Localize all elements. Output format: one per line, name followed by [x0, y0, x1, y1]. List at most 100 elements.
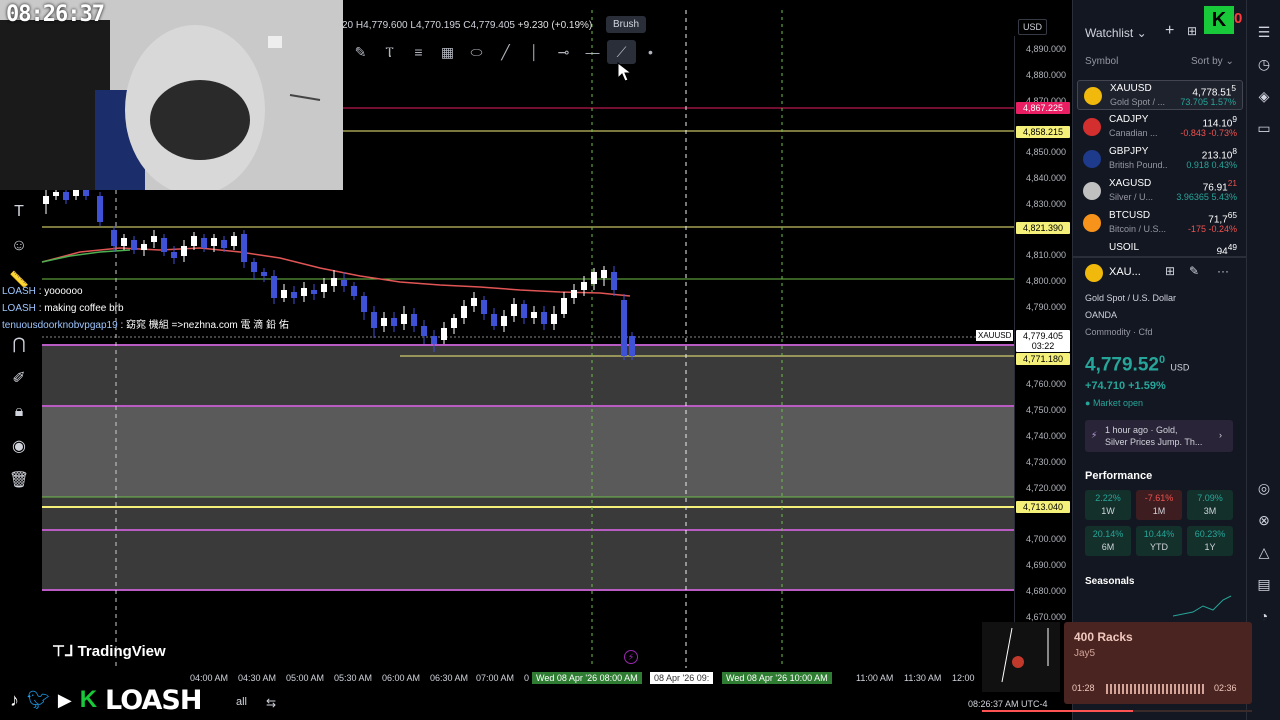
candle-body: [321, 284, 327, 292]
kick-badge-icon: K: [1204, 6, 1234, 34]
calendar-icon[interactable]: ▤: [1247, 568, 1280, 600]
grid-icon[interactable]: ⊞: [1165, 264, 1175, 278]
detail-change: +74.710 +1.59%: [1085, 380, 1166, 392]
eye-icon[interactable]: ◉: [0, 429, 38, 463]
edit-icon[interactable]: ✎: [1189, 264, 1199, 278]
all-label: all: [236, 696, 248, 708]
time-tick: 04:30 AM: [238, 673, 277, 683]
perf-ytd: 10.44% YTD: [1136, 526, 1182, 556]
triangle-icon[interactable]: △: [1247, 536, 1280, 568]
layers-icon[interactable]: ◈: [1247, 80, 1280, 112]
candle-body: [161, 238, 167, 252]
row-pct: -0.24%: [1208, 224, 1237, 234]
music-widget: 400 Racks Jay5 01:28 02:36: [982, 622, 1270, 712]
candle-body: [83, 190, 89, 196]
detail-price-main: 4,779.52: [1085, 354, 1159, 376]
youtube-icon: ▶: [57, 689, 72, 710]
news-card[interactable]: 1 hour ago · Gold, Silver Prices Jump. T…: [1085, 420, 1233, 452]
tv-logo-icon: ⊤⅃: [52, 643, 78, 660]
lock-icon[interactable]: 🔒︎: [0, 395, 38, 429]
line-icon[interactable]: ╱: [491, 40, 520, 64]
candle-body: [461, 306, 467, 318]
candle-body: [581, 282, 587, 290]
shape-icon[interactable]: ⬭: [462, 40, 491, 64]
chat-overlay: LOASH : yoooooo LOASH : making coffee br…: [2, 283, 289, 334]
trash-icon[interactable]: 🗑︎: [0, 463, 38, 497]
time-tick: 11:00 AM: [856, 673, 894, 683]
horizontal-ray-icon[interactable]: ⊸: [549, 40, 578, 64]
emoji-icon[interactable]: ☺: [0, 229, 38, 263]
brush-icon[interactable]: ⟋: [607, 40, 636, 64]
chat-user: LOASH: [2, 286, 36, 297]
sort-by-button[interactable]: Sort by ⌄: [1191, 56, 1234, 67]
candle-body: [301, 288, 307, 296]
time-tick: 12:00: [952, 673, 975, 683]
current-price-tag: 4,779.405 03:22: [1016, 330, 1070, 352]
dot-icon[interactable]: •: [636, 40, 665, 64]
watchlist-row[interactable]: XAGUSD Silver / U... 76.9121 3.96365 5.4…: [1077, 176, 1243, 206]
pencil-icon[interactable]: ✎: [346, 40, 375, 64]
candle-body: [371, 312, 377, 328]
grid-icon[interactable]: ▦: [433, 40, 462, 64]
candle-body: [561, 298, 567, 314]
candle-body: [551, 314, 557, 324]
watchlist-row[interactable]: GBPJPY British Pound... 213.108 0.918 0.…: [1077, 144, 1243, 174]
currency-select[interactable]: USD: [1018, 19, 1048, 35]
music-card: 400 Racks Jay5 01:28 02:36: [1064, 622, 1252, 704]
watchlist-icon[interactable]: ☰: [1247, 16, 1280, 48]
bitcoin-icon: [1083, 214, 1101, 232]
add-symbol-icon[interactable]: +: [1165, 22, 1174, 40]
candle-body: [431, 336, 437, 344]
detail-symbol[interactable]: XAU...: [1109, 266, 1141, 278]
text-tool-icon[interactable]: T: [0, 195, 38, 229]
symbol-column-header[interactable]: Symbol: [1085, 56, 1118, 67]
kick-badge-count: 0: [1234, 10, 1243, 27]
target-icon[interactable]: ◎: [1247, 472, 1280, 504]
text-icon[interactable]: Ⲧ: [375, 40, 404, 64]
perf-value: 7.09%: [1197, 493, 1223, 503]
candle-body: [481, 300, 487, 314]
perf-value: 10.44%: [1143, 529, 1175, 539]
candle-body: [629, 336, 635, 356]
align-icon[interactable]: ≡: [404, 40, 433, 64]
tradingview-logo: ⊤⅃ TradingView: [52, 642, 166, 660]
detail-currency: USD: [1170, 362, 1190, 373]
candle-body: [111, 230, 117, 246]
perf-value: 2.22%: [1095, 493, 1121, 503]
gold-icon: [1085, 264, 1103, 282]
price-tag-pink: 4,867.225: [1016, 102, 1070, 114]
time-tick: 0: [524, 673, 530, 683]
pattern-icon[interactable]: ⊗: [1247, 504, 1280, 536]
drawing-toolbar: ✎ Ⲧ ≡ ▦ ⬭ ╱ │ ⊸ — ⟋ •: [346, 40, 665, 64]
row-symbol: GBPJPY: [1109, 146, 1149, 157]
row-last-sup: 8: [1232, 146, 1237, 156]
watchlist-row[interactable]: CADJPY Canadian ... 114.109 -0.843 -0.73…: [1077, 112, 1243, 142]
candle-body: [141, 244, 147, 250]
candle-body: [501, 316, 507, 326]
compare-icon[interactable]: ⇆: [266, 696, 276, 710]
candle-body: [311, 290, 317, 294]
watchlist-row[interactable]: USOIL 9449: [1077, 240, 1243, 254]
price-tick: 4,810.000: [1025, 250, 1066, 260]
watchlist-title[interactable]: Watchlist ⌄: [1085, 26, 1147, 40]
vertical-line-icon[interactable]: │: [520, 40, 549, 64]
alert-clock-icon[interactable]: ◷: [1247, 48, 1280, 80]
price-axis[interactable]: 4,890.000 4,880.000 4,870.000 4,850.000 …: [1014, 36, 1072, 666]
candle-body: [221, 240, 227, 248]
candle-body: [611, 272, 617, 290]
candle-body: [341, 280, 347, 286]
row-desc: Bitcoin / U.S...: [1109, 224, 1167, 234]
watchlist-row[interactable]: BTCUSD Bitcoin / U.S... 71,765 -175 -0.2…: [1077, 208, 1243, 238]
lightning-icon[interactable]: ⚡︎: [624, 650, 638, 664]
chat-icon[interactable]: ▭: [1247, 112, 1280, 144]
layout-icon[interactable]: ⊞: [1187, 24, 1197, 38]
right-icon-strip: ☰ ◷ ◈ ▭ ◎ ⊗ △ ▤ ◔: [1246, 0, 1280, 720]
perf-1w: 2.22% 1W: [1085, 490, 1131, 520]
row-pct: 0.43%: [1211, 160, 1237, 170]
watchlist-row[interactable]: XAUUSD Gold Spot / ... 4,778.515 73.705 …: [1077, 80, 1243, 110]
pen-icon[interactable]: ✐: [0, 361, 38, 395]
cursor-icon: [617, 62, 633, 82]
more-icon[interactable]: ···: [1217, 264, 1229, 278]
row-last-sup: 5: [1231, 83, 1236, 93]
horizontal-line-icon[interactable]: —: [578, 40, 607, 64]
